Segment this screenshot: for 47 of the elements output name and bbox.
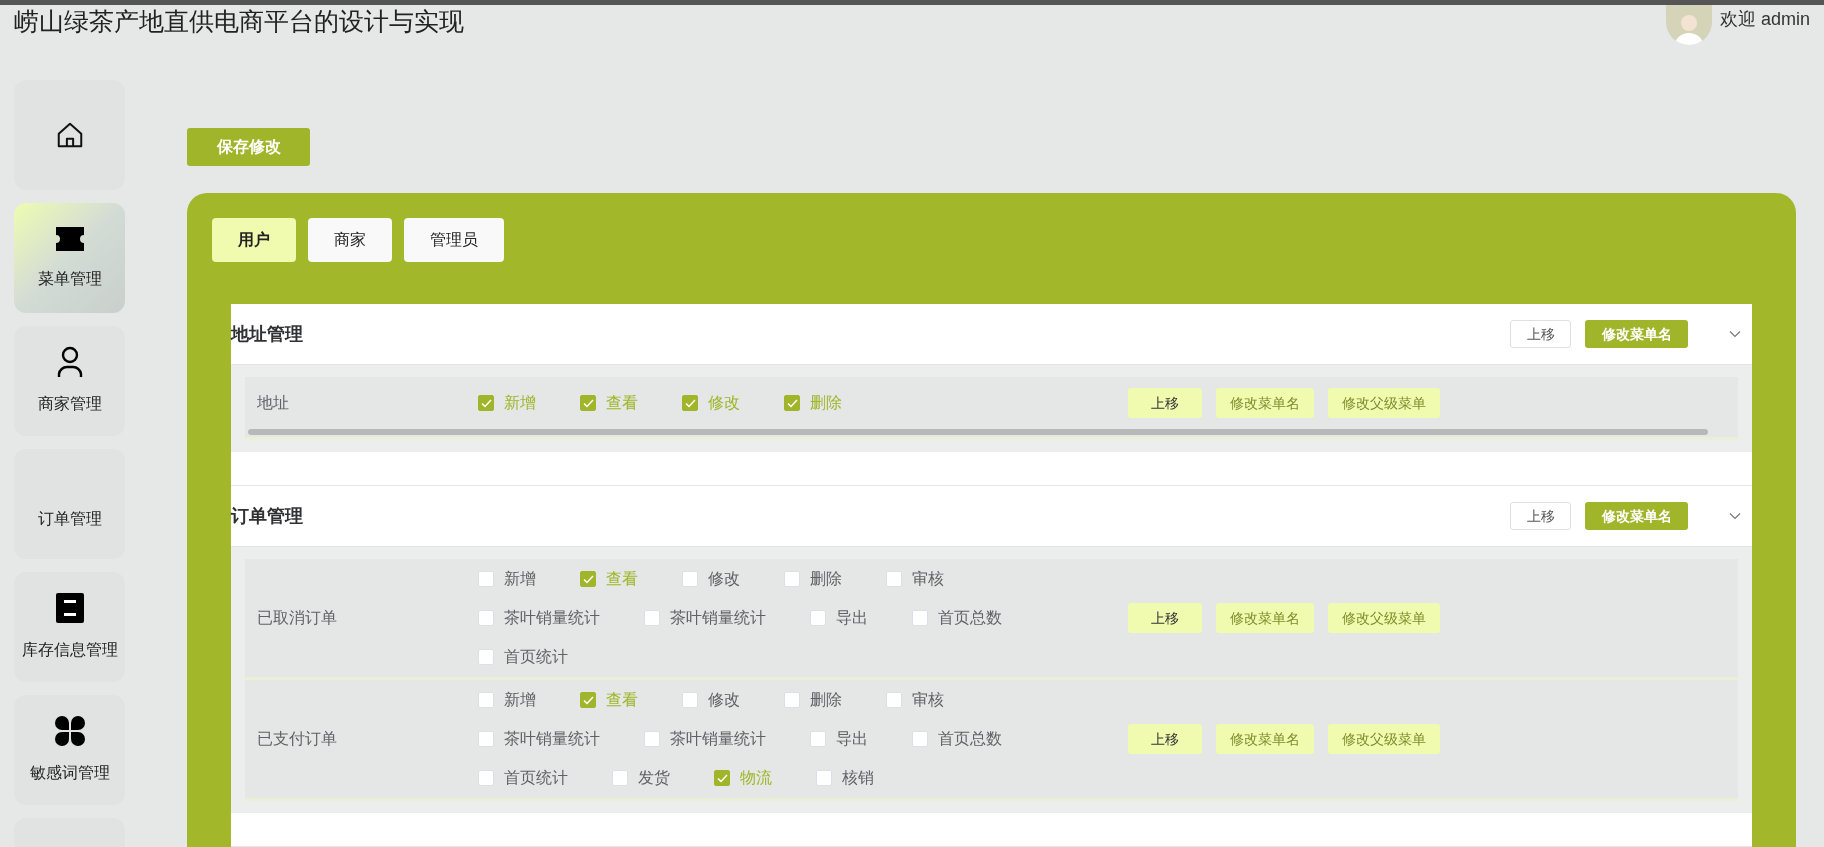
permission-checkbox[interactable]: 新增 xyxy=(478,567,536,591)
permission-checkbox[interactable]: 首页统计 xyxy=(478,766,568,790)
permission-checkbox[interactable]: 茶叶销量统计 xyxy=(644,606,766,630)
avatar-icon[interactable] xyxy=(1665,5,1712,45)
sidebar-item[interactable]: 菜单管理 xyxy=(14,203,125,313)
sidebar-item[interactable]: 商家管理 xyxy=(14,326,125,436)
permission-checkbox[interactable]: 首页总数 xyxy=(912,606,1002,630)
person-icon xyxy=(56,346,83,378)
permission-checkbox[interactable]: 导出 xyxy=(810,727,868,751)
permission-checkbox[interactable]: 茶叶销量统计 xyxy=(478,606,600,630)
role-tab[interactable]: 商家 xyxy=(308,218,392,262)
sidebar-item[interactable]: 库存信息管理 xyxy=(14,572,125,682)
section-title: 地址管理 xyxy=(231,322,303,346)
permission-checkbox[interactable]: 修改 xyxy=(682,567,740,591)
horizontal-scrollbar[interactable] xyxy=(248,429,1708,435)
permission-checkbox[interactable]: 审核 xyxy=(886,688,944,712)
role-tab[interactable]: 用户 xyxy=(212,218,296,262)
move-up-button[interactable]: 上移 xyxy=(1510,502,1571,530)
permission-checkbox[interactable]: 导出 xyxy=(810,606,868,630)
permission-checkbox[interactable]: 首页统计 xyxy=(478,645,568,669)
role-tab[interactable]: 管理员 xyxy=(404,218,504,262)
sidebar-item[interactable]: 敏感词管理 xyxy=(14,695,125,805)
clover-icon xyxy=(53,715,86,747)
row-label: 已取消订单 xyxy=(256,608,338,628)
permission-checkbox[interactable]: 茶叶销量统计 xyxy=(478,727,600,751)
row-action-button[interactable]: 上移 xyxy=(1128,388,1202,418)
move-up-button[interactable]: 上移 xyxy=(1510,320,1571,348)
row-label: 地址 xyxy=(256,393,290,413)
row-label: 已支付订单 xyxy=(256,729,338,749)
permission-checkbox[interactable]: 修改 xyxy=(682,688,740,712)
permission-checkbox[interactable]: 删除 xyxy=(784,567,842,591)
welcome-text[interactable]: 欢迎 admin xyxy=(1719,5,1810,33)
section-title: 订单管理 xyxy=(231,504,303,528)
permission-checkbox[interactable]: 审核 xyxy=(886,567,944,591)
permission-checkbox[interactable]: 核销 xyxy=(816,766,874,790)
permission-checkbox[interactable]: 删除 xyxy=(784,688,842,712)
sidebar-item[interactable]: 订单管理 xyxy=(14,449,125,559)
permission-checkbox[interactable]: 新增 xyxy=(478,688,536,712)
app-title: 崂山绿茶产地直供电商平台的设计与实现 xyxy=(14,6,464,37)
ticket-icon xyxy=(53,225,86,253)
permission-checkbox[interactable]: 茶叶销量统计 xyxy=(644,727,766,751)
drawer-icon xyxy=(54,592,85,624)
permission-checkbox[interactable]: 发货 xyxy=(612,766,670,790)
row-action-button[interactable]: 上移 xyxy=(1128,724,1202,754)
sidebar-item[interactable] xyxy=(14,80,125,190)
row-action-button[interactable]: 上移 xyxy=(1128,603,1202,633)
permission-checkbox[interactable]: 首页总数 xyxy=(912,727,1002,751)
